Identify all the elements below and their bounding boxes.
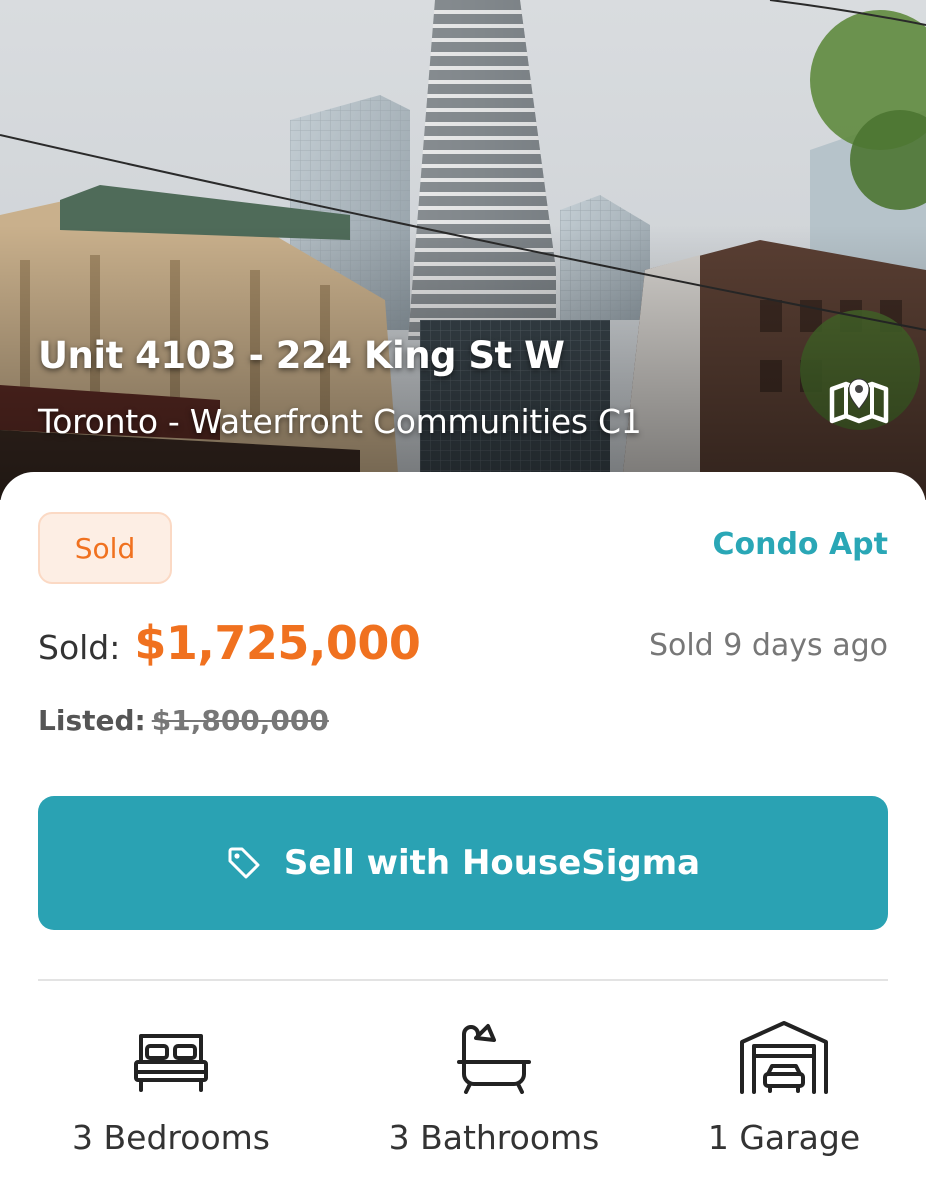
sold-price-row: Sold: $1,725,000 bbox=[38, 616, 421, 670]
bedrooms-label: 3 Bedrooms bbox=[72, 1118, 270, 1157]
garage-icon bbox=[740, 1021, 828, 1094]
sold-price: $1,725,000 bbox=[134, 616, 421, 670]
sold-price-label: Sold: bbox=[38, 628, 121, 667]
listing-community: Toronto - Waterfront Communities C1 bbox=[38, 402, 642, 441]
feature-bathrooms: 3 Bathrooms bbox=[364, 1020, 624, 1157]
sell-with-housesigma-button[interactable]: Sell with HouseSigma bbox=[38, 796, 888, 930]
bed-icon bbox=[134, 1034, 208, 1092]
map-pin-icon bbox=[829, 378, 889, 424]
listed-price-label: Listed: bbox=[38, 704, 146, 737]
sell-button-label: Sell with HouseSigma bbox=[283, 843, 701, 883]
property-type: Condo Apt bbox=[712, 527, 888, 562]
feature-bedrooms: 3 Bedrooms bbox=[41, 1020, 301, 1157]
feature-garage: 1 Garage bbox=[654, 1020, 914, 1157]
sold-date: Sold 9 days ago bbox=[648, 628, 888, 663]
map-button[interactable] bbox=[826, 368, 892, 428]
hero-photo[interactable]: Unit 4103 - 224 King St W Toronto - Wate… bbox=[0, 0, 926, 500]
listing-card: Sold Condo Apt Sold: $1,725,000 Sold 9 d… bbox=[0, 472, 926, 1200]
bathrooms-label: 3 Bathrooms bbox=[388, 1118, 600, 1157]
bathtub-icon bbox=[457, 1024, 531, 1094]
status-badge: Sold bbox=[38, 512, 172, 584]
tag-icon bbox=[228, 847, 260, 879]
listed-price: $1,800,000 bbox=[151, 704, 329, 737]
listed-price-row: Listed: $1,800,000 bbox=[38, 704, 329, 737]
divider bbox=[38, 979, 888, 981]
garage-label: 1 Garage bbox=[707, 1118, 861, 1157]
listing-address: Unit 4103 - 224 King St W bbox=[38, 334, 565, 377]
